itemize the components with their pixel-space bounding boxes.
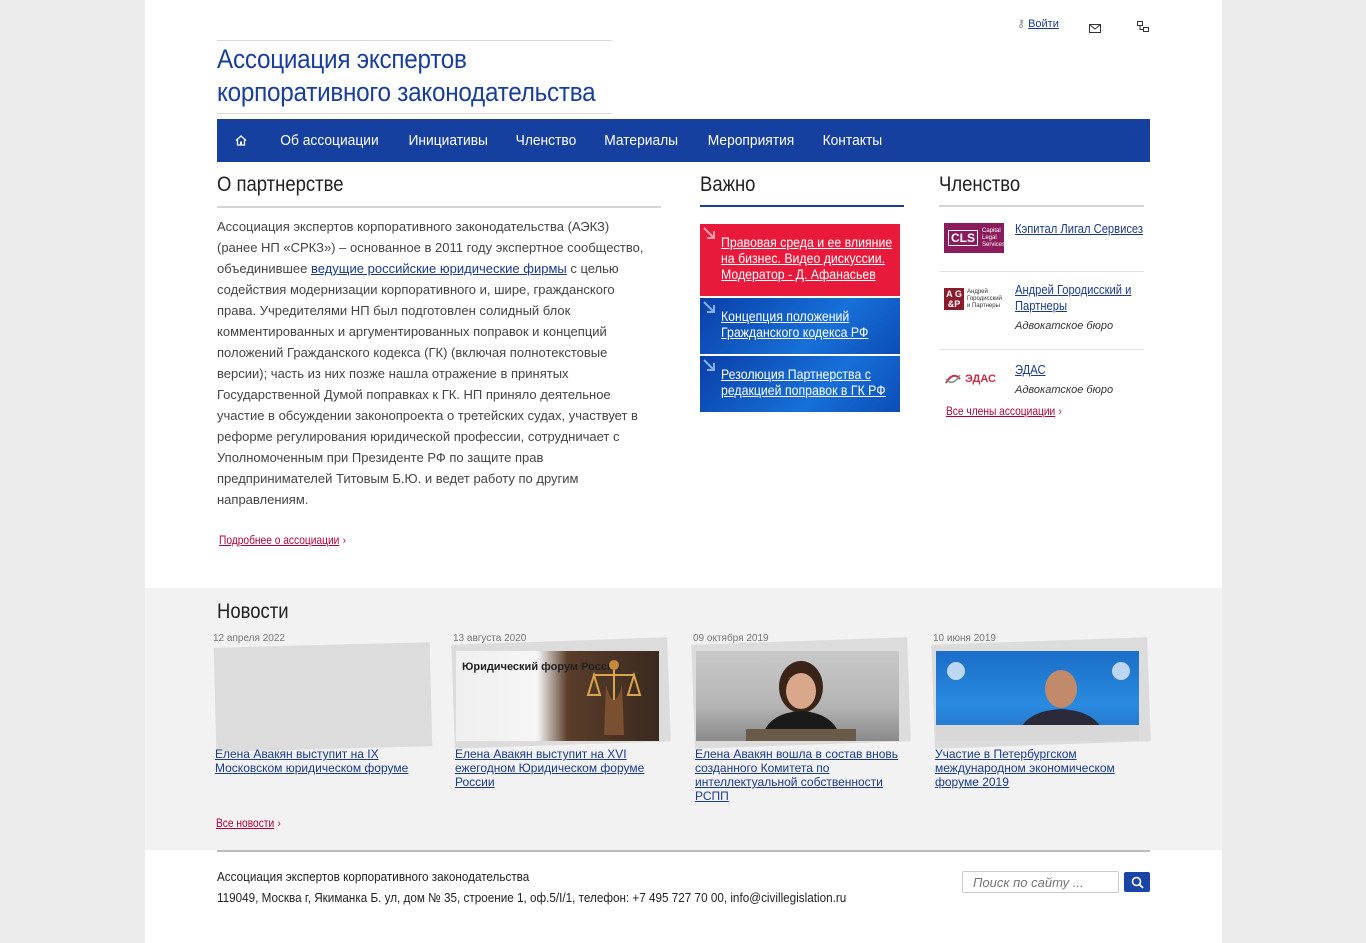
news-title[interactable]: Елена Авакян выступит на IX Московском ю… xyxy=(215,747,425,775)
news-image xyxy=(936,651,1139,741)
sitemap-icon[interactable] xyxy=(1137,19,1149,37)
member-name[interactable]: Кэпитал Лигал Сервисез xyxy=(1015,221,1144,237)
about-divider xyxy=(217,206,661,208)
all-news-link[interactable]: Все новости › xyxy=(216,816,281,830)
nav-about[interactable]: Об ассоциации xyxy=(270,132,389,149)
all-members-label: Все члены ассоциации xyxy=(946,404,1056,418)
speaker-photo-image xyxy=(746,661,856,741)
important-item-3[interactable]: Резолюция Партнерства с редакцией поправ… xyxy=(700,356,900,412)
about-text-part-2: с целью содействия модернизации корпорат… xyxy=(217,261,638,507)
forum-photo-image xyxy=(936,662,1139,741)
arrow-corner-icon xyxy=(703,301,715,313)
logo-line-1: Ассоциация экспертов xyxy=(217,44,467,74)
nav-membership[interactable]: Членство xyxy=(506,132,587,149)
page: ⚷ Войти Ассоциация экспертов корпоративн… xyxy=(145,0,1222,943)
news-image xyxy=(696,651,899,741)
member-type: Адвокатское бюро xyxy=(1015,320,1114,332)
about-more-label: Подробнее о ассоциации xyxy=(219,533,340,547)
footer-address: 119049, Москва г, Якиманка Б. ул, дом № … xyxy=(217,890,847,905)
footer-divider xyxy=(217,850,1150,852)
important-item-1[interactable]: Правовая среда и ее влияние на бизнес. В… xyxy=(700,224,900,296)
news-title[interactable]: Елена Авакян вошла в состав вновь создан… xyxy=(695,747,905,803)
important-item-2[interactable]: Концепция положений Гражданского кодекса… xyxy=(700,298,900,354)
nav-events[interactable]: Мероприятия xyxy=(697,132,804,149)
search-button[interactable] xyxy=(1124,872,1150,892)
cls-mark-icon: CLS xyxy=(948,230,978,246)
members-list: CLS Capital Legal Services Кэпитал Лигал… xyxy=(939,210,1144,430)
key-icon: ⚷ xyxy=(1017,18,1026,30)
member-row: A G &P Андрей Городисский и Партнеры Андр… xyxy=(939,272,1144,350)
footer-org-name: Ассоциация экспертов корпоративного зако… xyxy=(217,869,530,884)
login-label: Войти xyxy=(1028,17,1059,30)
news-image-frame[interactable] xyxy=(691,637,911,749)
membership-heading: Членство xyxy=(939,173,1021,196)
member-name[interactable]: ЭДАС xyxy=(1015,362,1144,378)
agp-mark-icon: A G &P xyxy=(944,288,964,310)
chevron-right-icon: › xyxy=(342,535,346,547)
about-more-link[interactable]: Подробнее о ассоциации › xyxy=(219,533,346,547)
member-name[interactable]: Андрей Городисский и Партнеры xyxy=(1015,282,1144,314)
member-row: ЭДАС ЭДАС Адвокатское бюро xyxy=(939,350,1144,408)
important-item-2-label: Концепция положений Гражданского кодекса… xyxy=(721,308,869,340)
news-heading: Новости xyxy=(217,600,289,623)
home-icon[interactable] xyxy=(217,119,265,162)
about-text: Ассоциация экспертов корпоративного зако… xyxy=(217,216,652,510)
news-title[interactable]: Елена Авакян выступит на XVI ежегодном Ю… xyxy=(455,747,665,789)
nav-materials[interactable]: Материалы xyxy=(594,132,688,149)
news-image-frame[interactable]: Юридический форум России xyxy=(451,637,671,749)
edas-swirl-icon xyxy=(945,374,961,384)
news-image: Юридический форум России xyxy=(456,651,659,741)
main-nav: Об ассоциации Инициативы Членство Матери… xyxy=(217,119,1150,162)
search-icon xyxy=(1131,876,1144,889)
important-item-1-label: Правовая среда и ее влияние на бизнес. В… xyxy=(721,234,893,282)
member-logo-cls[interactable]: CLS Capital Legal Services xyxy=(944,223,1006,253)
member-logo-agp-text: Андрей Городисский и Партнеры xyxy=(967,288,1002,309)
all-members-link[interactable]: Все члены ассоциации › xyxy=(946,404,1062,418)
nav-initiatives[interactable]: Инициативы xyxy=(398,132,498,149)
member-logo-edas-text: ЭДАС xyxy=(965,373,997,385)
arrow-corner-icon xyxy=(703,359,715,371)
chevron-right-icon: › xyxy=(1058,406,1062,418)
nav-contacts[interactable]: Контакты xyxy=(812,132,892,149)
chevron-right-icon: › xyxy=(277,818,281,830)
all-news-label: Все новости xyxy=(216,816,275,830)
membership-divider xyxy=(939,205,1144,207)
arrow-corner-icon xyxy=(703,227,715,239)
member-type: Адвокатское бюро xyxy=(1015,384,1114,396)
news-image-frame[interactable] xyxy=(931,637,1151,749)
news-image-frame[interactable] xyxy=(213,641,433,752)
search-input[interactable] xyxy=(962,871,1119,893)
member-logo-cls-text: Capital Legal Services xyxy=(982,227,1006,248)
themis-statue-image xyxy=(586,660,642,735)
login-link[interactable]: ⚷ Войти xyxy=(1017,17,1059,31)
member-row: CLS Capital Legal Services Кэпитал Лигал… xyxy=(939,210,1144,272)
important-item-3-label: Резолюция Партнерства с редакцией поправ… xyxy=(721,366,886,398)
news-title[interactable]: Участие в Петербургском международном эк… xyxy=(935,747,1145,789)
about-heading: О партнерстве xyxy=(217,173,344,196)
leading-firms-link[interactable]: ведущие российские юридические фирмы xyxy=(311,261,567,276)
member-logo-agp[interactable]: A G &P Андрей Городисский и Партнеры xyxy=(944,284,1004,314)
mail-icon[interactable] xyxy=(1089,20,1101,38)
logo-line-2: корпоративного законодательства xyxy=(217,77,596,107)
important-heading: Важно xyxy=(700,173,756,196)
member-logo-edas[interactable]: ЭДАС xyxy=(944,364,1004,394)
site-logo[interactable]: Ассоциация экспертов корпоративного зако… xyxy=(217,40,612,114)
important-divider xyxy=(700,205,904,207)
